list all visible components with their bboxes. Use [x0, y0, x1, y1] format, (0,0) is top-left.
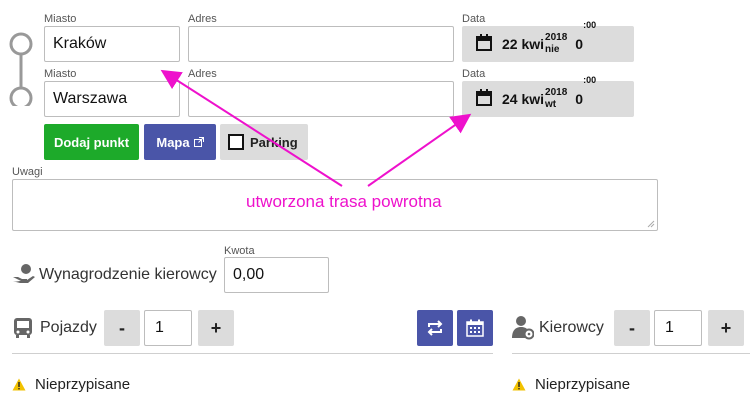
drivers-status-text: Nieprzypisane — [535, 376, 631, 393]
driver-icon — [512, 316, 535, 345]
driver-pay-label: Wynagrodzenie kierowcy — [39, 266, 217, 283]
warning-icon — [12, 378, 26, 391]
vehicles-label: Pojazdy — [40, 319, 97, 336]
vehicles-decrement-button[interactable]: - — [104, 310, 140, 346]
repeat-icon — [426, 319, 444, 337]
hand-coin-icon — [12, 263, 36, 290]
vehicles-increment-button[interactable]: + — [198, 310, 234, 346]
bus-icon — [12, 317, 34, 344]
repeat-button[interactable] — [417, 310, 453, 346]
drivers-decrement-button[interactable]: - — [614, 310, 650, 346]
drivers-count-input[interactable]: 1 — [654, 310, 702, 346]
calendar-grid-icon — [466, 319, 484, 337]
amount-input[interactable]: 0,00 — [224, 257, 329, 293]
annotation-text: utworzona trasa powrotna — [246, 192, 442, 211]
schedule-button[interactable] — [457, 310, 493, 346]
amount-label: Kwota — [224, 245, 255, 257]
drivers-label: Kierowcy — [539, 319, 604, 336]
vehicles-status: Nieprzypisane — [12, 376, 130, 393]
vehicles-count-input[interactable]: 1 — [144, 310, 192, 346]
drivers-increment-button[interactable]: + — [708, 310, 744, 346]
drivers-divider — [512, 353, 750, 354]
vehicles-status-text: Nieprzypisane — [35, 376, 131, 393]
vehicles-divider — [12, 353, 493, 354]
drivers-status: Nieprzypisane — [512, 376, 630, 393]
warning-icon — [512, 378, 526, 391]
